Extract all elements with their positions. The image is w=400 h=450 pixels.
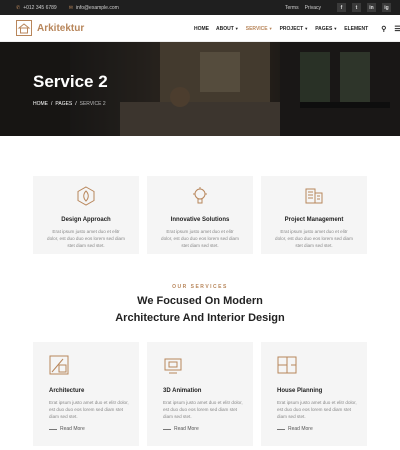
feature-text: Erat ipsum justo amet duo et elitr dolor… [161,229,239,248]
service-card-architecture: Architecture Erat ipsum justo amet duo e… [33,342,139,446]
service-card-house-planning: House Planning Erat ipsum justo amet duo… [261,342,367,446]
nav-item-service[interactable]: SERVICE▼ [246,26,273,32]
feature-text: Erat ipsum justo amet duo et elitr dolor… [47,229,125,248]
main-header: Arkitektur HOME ABOUT▼ SERVICE▼ PROJECT▼… [0,15,400,42]
breadcrumb-pages[interactable]: PAGES [55,101,72,107]
contact-info: ✆ +012 345 6789 ✉ info@example.com [16,5,119,11]
feature-text: Erat ipsum justo amet duo et elitr dolor… [275,229,353,248]
section-title-line-1: We Focused On Modern [137,295,263,307]
breadcrumb-separator: / [51,101,53,107]
read-more-link[interactable]: Read More [49,426,139,432]
phone-number: +012 345 6789 [23,4,57,11]
service-cards: Architecture Erat ipsum justo amet duo e… [33,342,367,446]
service-title: Architecture [49,388,85,394]
dash-icon [163,428,171,430]
brand-name: Arkitektur [37,22,85,34]
chevron-down-icon: ▼ [304,25,309,31]
nav-item-home[interactable]: HOME [194,26,209,32]
section-title-line-2: Architecture And Interior Design [115,312,285,324]
breadcrumb-current: SERVICE 2 [79,101,106,107]
dash-icon [49,428,57,430]
read-more-link[interactable]: Read More [163,426,253,432]
logo[interactable]: Arkitektur [16,20,84,36]
read-more-link[interactable]: Read More [277,426,367,432]
feature-card-innovative-solutions: Innovative Solutions Erat ipsum justo am… [147,176,253,254]
feature-title: Project Management [284,217,344,223]
instagram-icon[interactable]: ig [382,3,391,12]
breadcrumb-separator: / [75,101,77,107]
feature-card-design-approach: Design Approach Erat ipsum justo amet du… [33,176,139,254]
linkedin-icon[interactable]: in [367,3,376,12]
envelope-icon: ✉ [68,4,73,11]
3d-animation-icon [164,358,182,374]
feature-cards: Design Approach Erat ipsum justo amet du… [33,176,367,254]
chevron-down-icon: ▼ [333,25,338,31]
service-card-3d-animation: 3D Animation Erat ipsum justo amet duo e… [147,342,253,446]
service-text: Erat ipsum justo amet duo et elitr dolor… [49,400,129,419]
facebook-icon[interactable]: f [337,3,346,12]
privacy-link[interactable]: Privacy [305,5,321,11]
architecture-icon [49,355,69,375]
phone-icon: ✆ [16,4,21,11]
search-icon[interactable]: ⚲ [381,25,386,33]
nav-item-pages[interactable]: PAGES▼ [315,26,337,32]
chevron-down-icon: ▼ [234,25,239,31]
menu-icon[interactable]: ☰ [394,25,400,33]
nav-item-element[interactable]: ELEMENT [344,26,368,32]
feature-title: Design Approach [61,217,111,223]
service-text: Erat ipsum justo amet duo et elitr dolor… [163,400,243,419]
dash-icon [277,428,285,430]
project-management-icon [305,188,323,204]
service-text: Erat ipsum justo amet duo et elitr dolor… [277,400,357,419]
terms-link[interactable]: Terms [285,5,299,11]
service-title: House Planning [277,388,323,394]
lightbulb-gear-icon [193,187,207,204]
building-logo-icon [16,20,32,36]
main-nav: HOME ABOUT▼ SERVICE▼ PROJECT▼ PAGES▼ ELE… [194,15,400,42]
house-planning-icon [277,356,297,374]
twitter-icon[interactable]: t [352,3,361,12]
breadcrumb: HOME / PAGES / SERVICE 2 [33,101,106,107]
email-address: info@example.com [75,4,119,11]
feature-title: Innovative Solutions [170,217,230,223]
section-title: We Focused On Modern Architecture And In… [0,293,400,327]
page-title: Service 2 [33,72,108,91]
section-eyebrow: OUR SERVICES [172,284,228,290]
page-hero: Service 2 HOME / PAGES / SERVICE 2 [0,42,400,136]
breadcrumb-home[interactable]: HOME [33,101,48,107]
nav-item-about[interactable]: ABOUT▼ [216,26,239,32]
top-bar: ✆ +012 345 6789 ✉ info@example.com Terms… [0,0,400,15]
nav-item-project[interactable]: PROJECT▼ [280,26,309,32]
chevron-down-icon: ▼ [268,25,273,31]
design-approach-icon [77,186,95,206]
service-title: 3D Animation [163,388,202,394]
feature-card-project-management: Project Management Erat ipsum justo amet… [261,176,367,254]
top-right: Terms Privacy f t in ig [285,0,391,15]
